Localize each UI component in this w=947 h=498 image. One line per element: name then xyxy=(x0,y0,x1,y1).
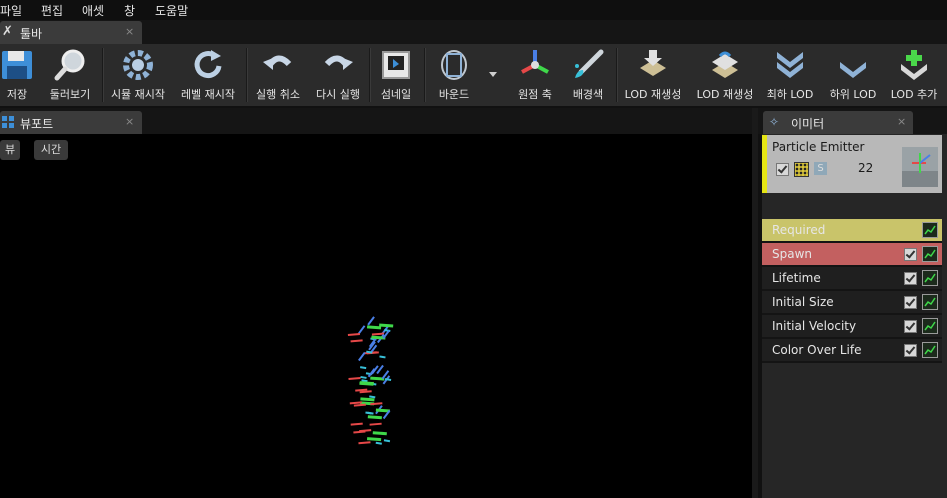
menu-file[interactable]: 파일 xyxy=(0,2,22,19)
view-button[interactable]: 뷰 xyxy=(0,140,20,160)
module-label: Spawn xyxy=(772,247,813,261)
module-label: Color Over Life xyxy=(772,343,862,357)
solo-button[interactable]: S xyxy=(814,162,827,175)
tab-emitters[interactable]: ✧ 이미터 × xyxy=(763,111,913,134)
module-enabled-checkbox[interactable] xyxy=(904,296,917,309)
module-enabled-checkbox[interactable] xyxy=(904,272,917,285)
bounds-dropdown[interactable] xyxy=(484,44,502,106)
tab-emitters-label: 이미터 xyxy=(791,117,825,131)
restart-sim-button[interactable]: 시뮬 재시작 xyxy=(104,44,172,106)
thumbnail-button[interactable]: 섬네일 xyxy=(372,44,420,106)
chevron-down-icon xyxy=(840,62,866,78)
save-icon xyxy=(2,51,32,79)
menu-asset[interactable]: 애셋 xyxy=(82,2,104,19)
gear-icon xyxy=(123,50,153,80)
emitter-name[interactable]: Particle Emitter xyxy=(772,140,864,154)
add-lod-icon xyxy=(901,50,927,80)
grid-icon xyxy=(2,116,14,128)
curve-editor-icon[interactable] xyxy=(922,342,938,358)
tab-viewport[interactable]: 뷰포트 × xyxy=(0,111,142,134)
module-label: Initial Velocity xyxy=(772,319,857,333)
module-enabled-checkbox[interactable] xyxy=(904,248,917,261)
chevron-down-icon xyxy=(489,72,497,77)
module-row[interactable]: Spawn xyxy=(762,243,942,267)
undo-button[interactable]: 실행 취소 xyxy=(250,44,306,106)
curve-editor-icon[interactable] xyxy=(922,246,938,262)
redo-button[interactable]: 다시 실행 xyxy=(310,44,366,106)
emitter-selection-bar xyxy=(762,135,767,193)
tab-viewport-label: 뷰포트 xyxy=(20,117,54,131)
module-enabled-checkbox[interactable] xyxy=(904,344,917,357)
bounds-icon xyxy=(441,50,467,80)
curve-editor-icon[interactable] xyxy=(922,294,938,310)
module-enabled-checkbox[interactable] xyxy=(904,320,917,333)
menu-help[interactable]: 도움말 xyxy=(155,2,188,19)
save-button[interactable]: 저장 xyxy=(0,44,34,106)
undo-icon xyxy=(263,55,292,70)
particle-count: 22 xyxy=(858,161,874,175)
axis-icon xyxy=(521,50,549,74)
add-lod-button[interactable]: LOD 추가 xyxy=(886,44,942,106)
lower-lod-button[interactable]: 하위 LOD xyxy=(824,44,882,106)
tab-toolbar-label: 툴바 xyxy=(20,27,43,41)
menu-bar: 파일 편집 애셋 창 도움말 xyxy=(0,0,947,20)
viewport[interactable] xyxy=(0,134,752,498)
redo-icon xyxy=(324,55,353,70)
module-label: Lifetime xyxy=(772,271,821,285)
module-label: Required xyxy=(772,223,826,237)
restart-level-button[interactable]: 레벨 재시작 xyxy=(174,44,242,106)
curve-editor-icon[interactable] xyxy=(922,270,938,286)
toolbar: 저장 둘러보기 시뮬 재시작 레벨 재시작 실행 취소 다시 실행 섬네일 바운… xyxy=(0,44,947,108)
curve-editor-icon[interactable] xyxy=(922,318,938,334)
emitter-icon: ✧ xyxy=(769,115,780,129)
double-chevron-down-icon xyxy=(777,52,803,78)
emitter-thumbnail-icon xyxy=(902,147,938,187)
module-row[interactable]: Color Over Life xyxy=(762,339,942,363)
background-color-button[interactable]: 배경색 xyxy=(564,44,612,106)
time-button[interactable]: 시간 xyxy=(34,140,68,160)
paint-brush-icon xyxy=(575,49,604,78)
regen-lod-button[interactable]: LOD 재생성 xyxy=(620,44,686,106)
origin-axis-button[interactable]: 원점 축 xyxy=(508,44,562,106)
menu-edit[interactable]: 편집 xyxy=(41,2,63,19)
bounds-button[interactable]: 바운드 xyxy=(428,44,480,106)
render-mode-icon[interactable] xyxy=(794,162,809,177)
magnifier-icon xyxy=(54,49,85,81)
close-icon[interactable]: × xyxy=(897,115,906,128)
close-icon[interactable]: × xyxy=(125,25,134,38)
thumbnail-icon xyxy=(382,51,410,79)
lod-regen-icon xyxy=(640,50,666,76)
toolbar-tab-row: ✗ 툴바 × xyxy=(0,20,947,44)
viewport-tab-row: 뷰포트 × xyxy=(0,108,752,134)
module-row[interactable]: Initial Velocity xyxy=(762,315,942,339)
browse-button[interactable]: 둘러보기 xyxy=(40,44,100,106)
refresh-icon xyxy=(194,50,222,79)
close-icon[interactable]: × xyxy=(125,115,134,128)
lod-regen-all-icon xyxy=(712,51,738,78)
curve-editor-icon[interactable] xyxy=(922,222,938,238)
module-row[interactable]: Initial Size xyxy=(762,291,942,315)
lowest-lod-button[interactable]: 최하 LOD xyxy=(762,44,818,106)
wrench-icon: ✗ xyxy=(2,24,13,39)
module-row[interactable]: Required xyxy=(762,219,942,243)
emitter-enabled-checkbox[interactable] xyxy=(776,163,789,176)
module-row[interactable]: Lifetime xyxy=(762,267,942,291)
emitters-tab-row: ✧ 이미터 × xyxy=(758,108,947,134)
regen-lod-all-button[interactable]: LOD 재생성 xyxy=(692,44,758,106)
tab-toolbar[interactable]: ✗ 툴바 × xyxy=(0,21,142,44)
module-label: Initial Size xyxy=(772,295,834,309)
emitter-card[interactable]: Particle Emitter S 22 xyxy=(762,135,942,193)
menu-window[interactable]: 창 xyxy=(124,2,135,19)
particle-preview xyxy=(347,316,394,445)
